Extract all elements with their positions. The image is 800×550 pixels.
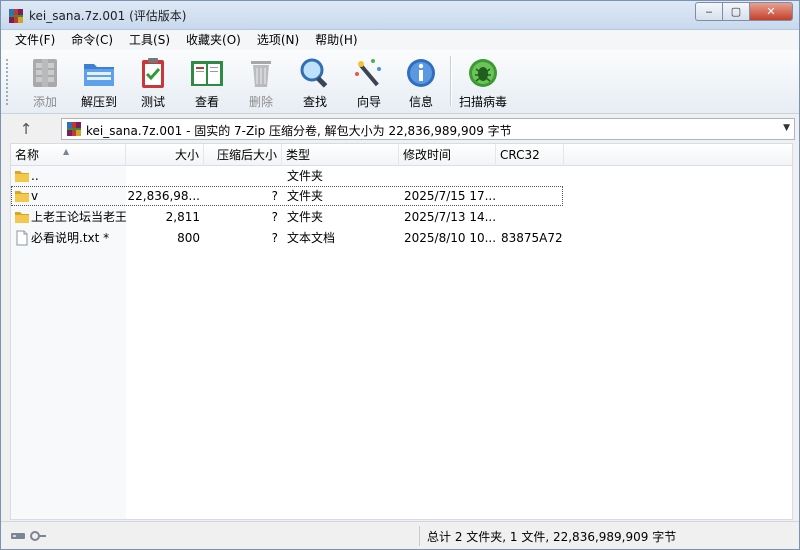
- wizard-wand-icon: [355, 59, 381, 87]
- list-header: 名称 ▲ 大小 压缩后大小 类型 修改时间 CRC32: [11, 144, 792, 166]
- drive-key-icon[interactable]: [11, 529, 47, 543]
- column-size[interactable]: 大小: [126, 144, 204, 166]
- row-packed: ?: [271, 210, 278, 224]
- folder-icon: [15, 212, 29, 223]
- test-label: 测试: [140, 95, 165, 109]
- wizard-label: 向导: [356, 95, 381, 109]
- sort-ascending-icon: ▲: [63, 147, 70, 156]
- status-bar: 总计 2 文件夹, 1 文件, 22,836,989,909 字节: [1, 521, 799, 549]
- list-row[interactable]: 上老王论坛当老王 2,811 ? 文件夹 2025/7/13 14...: [11, 207, 792, 227]
- window-title: kei_sana.7z.001 (评估版本): [29, 9, 187, 23]
- row-modified: 2025/7/13 14...: [404, 210, 497, 224]
- test-clipboard-icon: [142, 58, 164, 88]
- row-name: v: [31, 189, 39, 203]
- column-type[interactable]: 类型: [282, 144, 399, 166]
- status-separator: [419, 526, 420, 546]
- wizard-button[interactable]: 向导: [343, 54, 395, 110]
- menu-commands[interactable]: 命令(C): [63, 30, 121, 50]
- menu-file[interactable]: 文件(F): [7, 30, 63, 50]
- list-row[interactable]: .. 文件夹: [11, 166, 792, 186]
- virus-scan-label: 扫描病毒: [458, 95, 507, 109]
- row-type: 文件夹: [287, 189, 324, 203]
- row-type: 文本文档: [287, 231, 336, 245]
- virus-scan-button[interactable]: 扫描病毒: [457, 54, 509, 110]
- menu-options[interactable]: 选项(N): [249, 30, 307, 50]
- extract-to-button[interactable]: 解压到: [73, 54, 125, 110]
- folder-icon: [15, 171, 29, 182]
- row-size: 22,836,98...: [127, 189, 200, 203]
- folder-icon: [15, 191, 29, 202]
- row-modified: 2025/8/10 10...: [404, 231, 497, 245]
- winrar-window: kei_sana.7z.001 (评估版本) ‒ ▢ ✕ 文件(F) 命令(C)…: [0, 0, 800, 550]
- extract-to-label: 解压到: [80, 95, 117, 109]
- title-bar[interactable]: kei_sana.7z.001 (评估版本) ‒ ▢ ✕: [1, 1, 799, 30]
- row-name: ..: [31, 169, 39, 183]
- row-packed: ?: [271, 231, 278, 245]
- add-archive-icon: [33, 59, 57, 87]
- row-name: 上老王论坛当老王: [31, 210, 126, 224]
- extract-folder-icon: [84, 64, 114, 86]
- magnifier-icon: [300, 58, 328, 88]
- window-controls: ‒ ▢ ✕: [695, 2, 793, 22]
- row-type: 文件夹: [287, 210, 324, 224]
- menu-favorites[interactable]: 收藏夹(O): [178, 30, 249, 50]
- status-summary: 总计 2 文件夹, 1 文件, 22,836,989,909 字节: [427, 530, 677, 544]
- file-list[interactable]: 名称 ▲ 大小 压缩后大小 类型 修改时间 CRC32 .. 文件夹 v 22,…: [10, 143, 793, 520]
- trash-icon: [251, 61, 271, 87]
- view-button[interactable]: 查看: [181, 54, 233, 110]
- minimize-button[interactable]: ‒: [695, 2, 722, 21]
- row-modified: 2025/7/15 17...: [404, 189, 497, 203]
- row-type: 文件夹: [287, 169, 324, 183]
- column-name[interactable]: 名称 ▲: [11, 144, 126, 166]
- address-text: kei_sana.7z.001 - 固实的 7-Zip 压缩分卷, 解包大小为 …: [86, 124, 512, 138]
- info-icon: [407, 59, 435, 87]
- maximize-button[interactable]: ▢: [722, 2, 749, 21]
- list-row-selected[interactable]: v 22,836,98... ? 文件夹 2025/7/15 17...: [11, 186, 563, 206]
- row-name: 必看说明.txt *: [31, 231, 110, 245]
- menu-bar: 文件(F) 命令(C) 工具(S) 收藏夹(O) 选项(N) 帮助(H): [1, 30, 799, 50]
- close-button[interactable]: ✕: [749, 2, 793, 21]
- list-row[interactable]: 必看说明.txt * 800 ? 文本文档 2025/8/10 10... 83…: [11, 228, 792, 248]
- info-button[interactable]: 信息: [395, 54, 447, 110]
- find-label: 查找: [302, 95, 327, 109]
- column-modified[interactable]: 修改时间: [399, 144, 496, 166]
- column-name-label: 名称: [15, 148, 40, 162]
- delete-label: 删除: [248, 95, 273, 109]
- info-label: 信息: [408, 95, 433, 109]
- column-crc[interactable]: CRC32: [496, 144, 564, 166]
- text-file-icon: [16, 230, 28, 246]
- row-crc: 83875A72: [501, 231, 563, 245]
- row-size: 2,811: [165, 210, 200, 224]
- delete-button[interactable]: 删除: [235, 54, 287, 110]
- row-packed: ?: [271, 189, 278, 203]
- address-dropdown-icon[interactable]: ▼: [783, 123, 790, 133]
- menu-help[interactable]: 帮助(H): [307, 30, 365, 50]
- view-label: 查看: [194, 95, 219, 109]
- row-size: 800: [177, 231, 200, 245]
- add-label: 添加: [32, 95, 57, 109]
- archive-icon: [67, 122, 81, 136]
- up-folder-button[interactable]: ↑: [15, 119, 37, 139]
- toolbar: 添加 解压到 测试 查看 删除 查找 向导 信息 扫描病毒: [1, 50, 799, 114]
- find-button[interactable]: 查找: [289, 54, 341, 110]
- test-button[interactable]: 测试: [127, 54, 179, 110]
- menu-tools[interactable]: 工具(S): [121, 30, 178, 50]
- toolbar-grip[interactable]: [5, 58, 9, 106]
- address-field[interactable]: kei_sana.7z.001 - 固实的 7-Zip 压缩分卷, 解包大小为 …: [61, 118, 795, 140]
- view-book-icon: [191, 61, 223, 86]
- address-bar: ↑ kei_sana.7z.001 - 固实的 7-Zip 压缩分卷, 解包大小…: [1, 115, 799, 143]
- virus-bug-icon: [469, 59, 497, 87]
- column-packed-size[interactable]: 压缩后大小: [204, 144, 282, 166]
- toolbar-separator: [450, 56, 451, 106]
- add-button[interactable]: 添加: [19, 54, 71, 110]
- winrar-app-icon: [9, 9, 23, 23]
